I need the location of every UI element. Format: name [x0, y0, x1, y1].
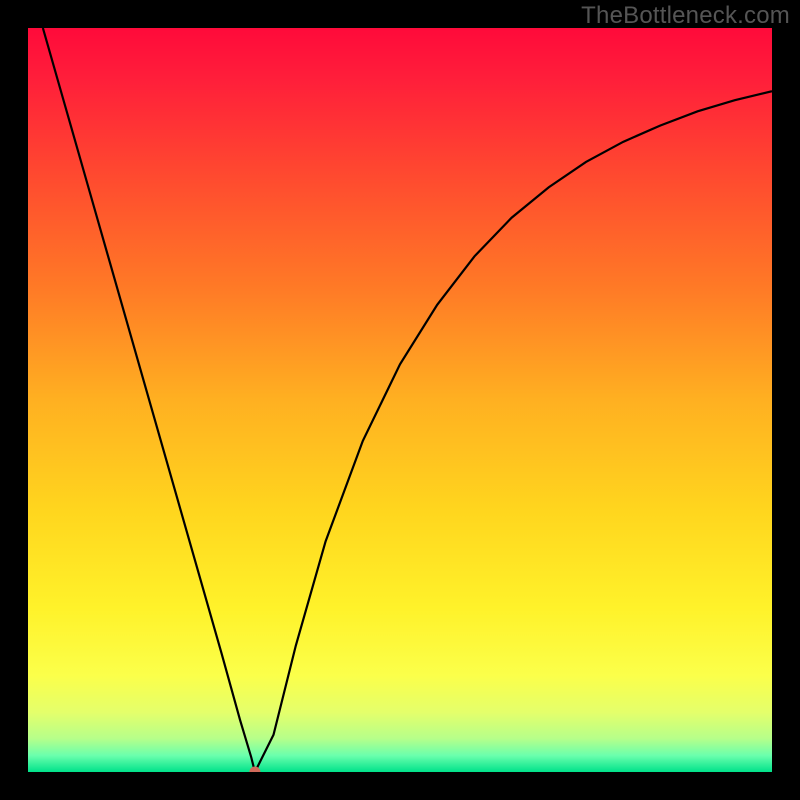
gradient-background: [28, 28, 772, 772]
chart-frame: TheBottleneck.com: [0, 0, 800, 800]
chart-svg: [28, 28, 772, 772]
plot-area: [28, 28, 772, 772]
watermark-label: TheBottleneck.com: [581, 2, 790, 30]
